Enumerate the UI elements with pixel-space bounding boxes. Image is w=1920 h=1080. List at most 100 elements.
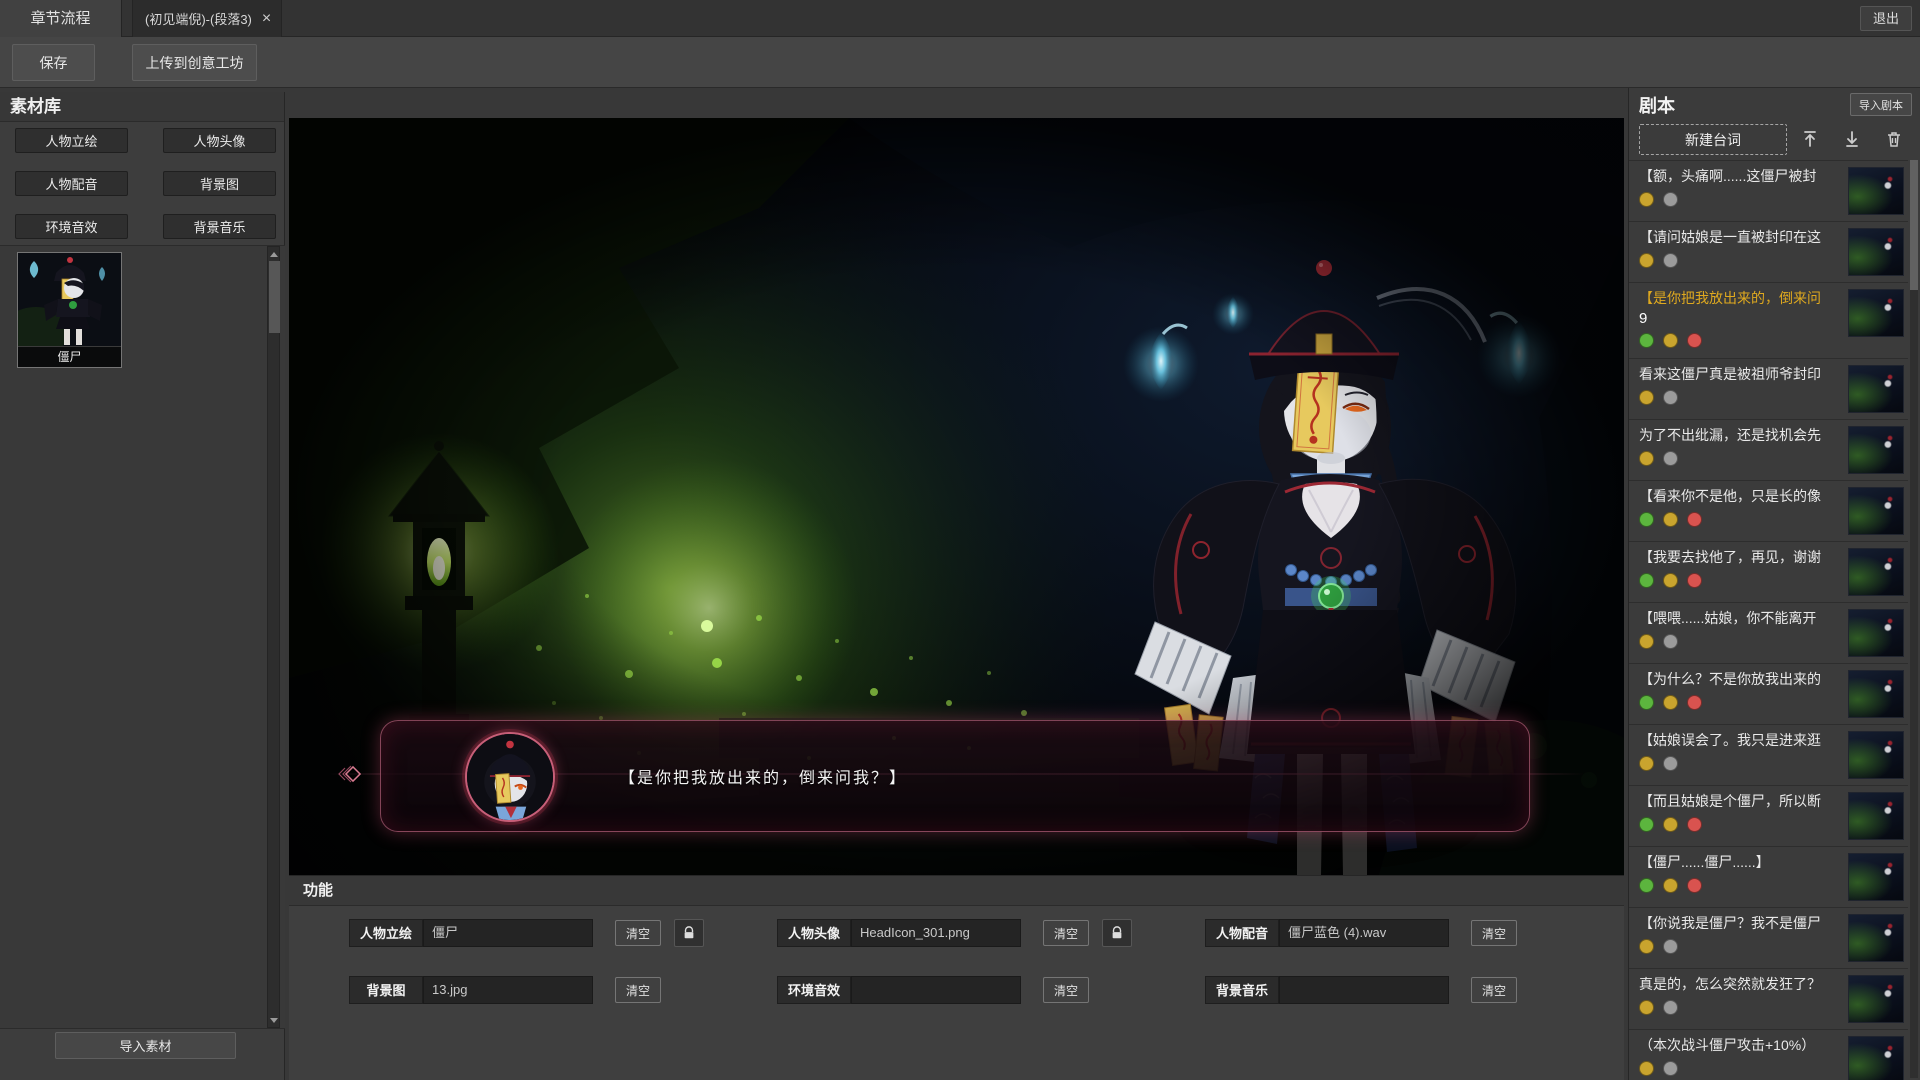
script-entry-8[interactable]: 【为什么？不是你放我出来的 [1629, 664, 1908, 725]
script-entry-2[interactable]: 【是你把我放出来的，倒来问9 [1629, 283, 1908, 359]
status-dot-gray[interactable] [1663, 192, 1678, 207]
clear-button[interactable]: 清空 [615, 977, 661, 1003]
category-button-5[interactable]: 背景音乐 [163, 214, 276, 239]
clear-button[interactable]: 清空 [1043, 977, 1089, 1003]
field-value[interactable]: 13.jpg [423, 976, 593, 1004]
scroll-down-icon[interactable] [268, 1014, 279, 1026]
field-value[interactable]: 僵尸 [423, 919, 593, 947]
status-dot-red[interactable] [1687, 333, 1702, 348]
status-dot-red[interactable] [1687, 817, 1702, 832]
field-value[interactable]: HeadIcon_301.png [851, 919, 1021, 947]
save-button[interactable]: 保存 [12, 44, 95, 81]
category-button-4[interactable]: 环境音效 [15, 214, 128, 239]
status-dot-gray[interactable] [1663, 253, 1678, 268]
status-dot-yellow[interactable] [1663, 573, 1678, 588]
status-dot-yellow[interactable] [1639, 253, 1654, 268]
script-entry-10[interactable]: 【而且姑娘是个僵尸，所以断 [1629, 786, 1908, 847]
category-button-1[interactable]: 人物头像 [163, 128, 276, 153]
status-dot-yellow[interactable] [1663, 878, 1678, 893]
status-dot-green[interactable] [1639, 878, 1654, 893]
tab-document[interactable]: (初见端倪)-(段落3) × [132, 0, 282, 37]
status-dot-yellow[interactable] [1639, 939, 1654, 954]
status-dot-yellow[interactable] [1639, 634, 1654, 649]
status-dot-yellow[interactable] [1663, 512, 1678, 527]
status-dot-gray[interactable] [1663, 756, 1678, 771]
status-dot-red[interactable] [1687, 878, 1702, 893]
status-dot-green[interactable] [1639, 573, 1654, 588]
script-entry-4[interactable]: 为了不出纰漏，还是找机会先 [1629, 420, 1908, 481]
script-entry-3[interactable]: 看来这僵尸真是被祖师爷封印 [1629, 359, 1908, 420]
script-title: 剧本 [1639, 92, 1675, 118]
category-button-0[interactable]: 人物立绘 [15, 128, 128, 153]
status-dot-red[interactable] [1687, 695, 1702, 710]
script-entry-12[interactable]: 【你说我是僵尸？我不是僵尸 [1629, 908, 1908, 969]
clear-button[interactable]: 清空 [1471, 920, 1517, 946]
status-dot-yellow[interactable] [1639, 1000, 1654, 1015]
script-entry-0[interactable]: 【额，头痛啊......这僵尸被封 [1629, 161, 1908, 222]
field-label: 人物配音 [1205, 919, 1279, 947]
script-scrollbar-thumb[interactable] [1910, 160, 1918, 290]
script-scrollbar[interactable] [1910, 160, 1918, 1078]
status-dot-yellow[interactable] [1663, 817, 1678, 832]
tab-chapter-flow[interactable]: 章节流程 [0, 0, 122, 37]
script-entry-7[interactable]: 【喂喂......姑娘，你不能离开 [1629, 603, 1908, 664]
upload-workshop-button[interactable]: 上传到创意工坊 [132, 44, 257, 81]
status-dot-gray[interactable] [1663, 634, 1678, 649]
script-entry-14[interactable]: （本次战斗僵尸攻击+10%） [1629, 1030, 1908, 1080]
clear-button[interactable]: 清空 [615, 920, 661, 946]
functions-title: 功能 [289, 876, 1624, 906]
script-entry-5[interactable]: 【看来你不是他，只是长的像 [1629, 481, 1908, 542]
lock-icon[interactable] [674, 919, 704, 947]
category-button-3[interactable]: 背景图 [163, 171, 276, 196]
status-dot-green[interactable] [1639, 817, 1654, 832]
entry-thumbnail [1848, 975, 1904, 1023]
scroll-up-icon[interactable] [268, 248, 279, 260]
status-dot-yellow[interactable] [1639, 390, 1654, 405]
status-dot-green[interactable] [1639, 333, 1654, 348]
status-dot-red[interactable] [1687, 573, 1702, 588]
status-dot-red[interactable] [1687, 512, 1702, 527]
import-script-button[interactable]: 导入剧本 [1850, 93, 1912, 116]
move-up-icon[interactable] [1798, 127, 1822, 151]
status-dot-yellow[interactable] [1639, 1061, 1654, 1076]
field-value[interactable] [851, 976, 1021, 1004]
status-dot-gray[interactable] [1663, 1061, 1678, 1076]
status-dot-gray[interactable] [1663, 451, 1678, 466]
new-line-button[interactable]: 新建台词 [1639, 124, 1787, 155]
status-dot-yellow[interactable] [1663, 695, 1678, 710]
entry-text: 看来这僵尸真是被祖师爷封印 [1639, 364, 1842, 384]
script-entry-11[interactable]: 【僵尸......僵尸......】 [1629, 847, 1908, 908]
script-entry-1[interactable]: 【请问姑娘是一直被封印在这 [1629, 222, 1908, 283]
status-dot-yellow[interactable] [1639, 756, 1654, 771]
entry-status-dots [1639, 573, 1842, 588]
move-down-icon[interactable] [1840, 127, 1864, 151]
material-item-jiangshi[interactable]: 僵尸 [17, 252, 122, 368]
field-value[interactable] [1279, 976, 1449, 1004]
script-entry-6[interactable]: 【我要去找他了，再见，谢谢 [1629, 542, 1908, 603]
entry-status-dots [1639, 512, 1842, 527]
close-icon[interactable]: × [262, 11, 271, 27]
clear-button[interactable]: 清空 [1043, 920, 1089, 946]
import-material-button[interactable]: 导入素材 [55, 1032, 236, 1059]
lock-icon[interactable] [1102, 919, 1132, 947]
status-dot-green[interactable] [1639, 695, 1654, 710]
delete-icon[interactable] [1882, 127, 1906, 151]
category-button-2[interactable]: 人物配音 [15, 171, 128, 196]
scrollbar-thumb[interactable] [269, 261, 280, 333]
script-entry-9[interactable]: 【姑娘误会了。我只是进来逛 [1629, 725, 1908, 786]
material-scrollbar[interactable] [267, 246, 280, 1028]
exit-button[interactable]: 退出 [1860, 6, 1912, 31]
status-dot-yellow[interactable] [1639, 192, 1654, 207]
status-dot-gray[interactable] [1663, 1000, 1678, 1015]
status-dot-gray[interactable] [1663, 390, 1678, 405]
script-entry-13[interactable]: 真是的，怎么突然就发狂了？ [1629, 969, 1908, 1030]
status-dot-green[interactable] [1639, 512, 1654, 527]
entry-text: 【是你把我放出来的，倒来问 [1639, 288, 1842, 308]
material-library-title: 素材库 [0, 92, 284, 122]
status-dot-yellow[interactable] [1639, 451, 1654, 466]
status-dot-gray[interactable] [1663, 939, 1678, 954]
entry-text: 【看来你不是他，只是长的像 [1639, 486, 1842, 506]
clear-button[interactable]: 清空 [1471, 977, 1517, 1003]
status-dot-yellow[interactable] [1663, 333, 1678, 348]
field-value[interactable]: 僵尸蓝色 (4).wav [1279, 919, 1449, 947]
